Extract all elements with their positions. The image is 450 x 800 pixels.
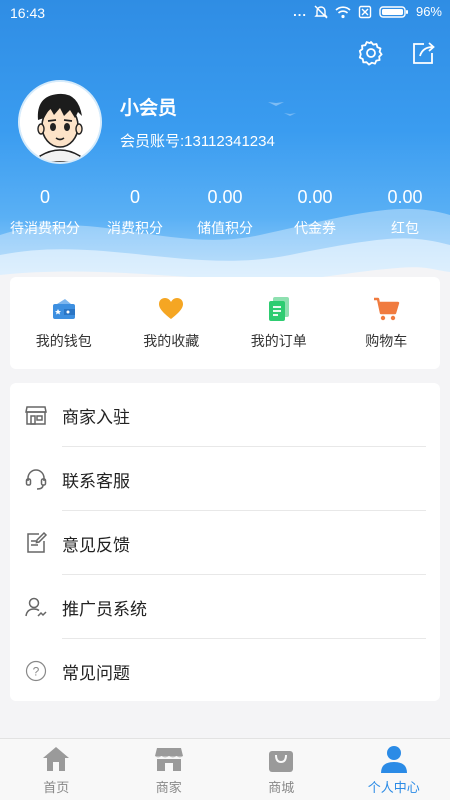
stat-value: 0.00: [207, 187, 243, 207]
heart-icon: [159, 298, 184, 319]
stat-value: 0: [129, 187, 140, 207]
store-icon: [25, 406, 47, 425]
feedback-icon: [27, 531, 48, 553]
bag-icon: [269, 751, 294, 772]
quick-link-label: 购物车: [365, 333, 408, 349]
tab-mall[interactable]: 商城: [225, 739, 338, 800]
quick-link-favorites[interactable]: 我的收藏: [118, 277, 226, 369]
share-icon[interactable]: [410, 40, 436, 66]
stat-voucher[interactable]: 0.00 代金券: [270, 185, 360, 238]
stat-value: 0: [39, 187, 50, 207]
stat-consume-points[interactable]: 0 消费积分: [90, 185, 180, 238]
stat-stored-points[interactable]: 0.00 储值积分: [180, 185, 270, 238]
no-sim-icon: [358, 5, 372, 18]
tab-personal-center[interactable]: 个人中心: [338, 739, 450, 800]
quick-link-label: 我的收藏: [143, 333, 200, 349]
menu-item-promoter-system[interactable]: 推广员系统: [10, 575, 440, 639]
stat-label: 储值积分: [197, 220, 253, 236]
cartoon-boy-avatar-icon: [20, 82, 100, 162]
question-icon: ?: [25, 660, 47, 682]
stat-value: 0.00: [387, 187, 423, 207]
quick-links-card: 我的钱包 我的收藏 我的订单 购物车: [10, 277, 440, 369]
menu-item-faq[interactable]: ? 常见问题: [10, 639, 440, 703]
quick-link-cart[interactable]: 购物车: [333, 277, 441, 369]
menu-item-feedback[interactable]: 意见反馈: [10, 511, 440, 575]
quick-link-orders[interactable]: 我的订单: [225, 277, 333, 369]
menu-item-label: 商家入驻: [62, 407, 130, 427]
stat-red-packet[interactable]: 0.00 红包: [360, 185, 450, 238]
tab-label: 首页: [43, 780, 70, 795]
person-icon: [380, 746, 407, 773]
settings-gear-icon[interactable]: [358, 40, 384, 66]
menu-item-label: 意见反馈: [62, 535, 130, 555]
mute-bell-icon: [314, 5, 328, 18]
shop-icon: [154, 748, 183, 771]
stat-label: 红包: [391, 220, 419, 236]
quick-link-label: 我的钱包: [35, 333, 92, 349]
stat-label: 消费积分: [107, 220, 163, 236]
home-icon: [43, 747, 70, 771]
stat-value: 0.00: [297, 187, 333, 207]
tab-label: 个人中心: [367, 780, 420, 795]
wifi-icon: [335, 5, 351, 18]
avatar[interactable]: [18, 80, 102, 164]
menu-item-label: 推广员系统: [62, 599, 147, 619]
menu-item-merchant-join[interactable]: 商家入驻: [10, 383, 440, 447]
tab-label: 商城: [268, 780, 295, 795]
cart-icon: [374, 297, 400, 321]
svg-text:?: ?: [33, 665, 40, 679]
menu-list: 商家入驻 联系客服 意见反馈 推广员系统 ? 常见问题: [10, 383, 440, 701]
tab-merchants[interactable]: 商家: [113, 739, 226, 800]
wallet-icon: [52, 299, 75, 319]
quick-link-label: 我的订单: [250, 333, 307, 349]
bottom-tab-bar: 首页 商家 商城 个人中心: [0, 738, 450, 800]
battery-percent: 96%: [415, 4, 442, 19]
more-dots: ...: [293, 4, 307, 19]
menu-item-label: 常见问题: [62, 663, 130, 683]
status-bar: 16:43 ... 96%: [0, 0, 450, 26]
account-number: 会员账号:13112341234: [120, 133, 275, 150]
promoter-icon: [25, 597, 47, 617]
menu-item-label: 联系客服: [62, 471, 130, 491]
profile-header: 16:43 ... 96% 小会员 会员账号:13112341234 0 待消费…: [0, 0, 450, 290]
battery-icon: [379, 5, 408, 18]
stat-label: 代金券: [294, 220, 336, 236]
stats-row: 0 待消费积分 0 消费积分 0.00 储值积分 0.00 代金券 0.00 红…: [0, 185, 450, 238]
stat-label: 待消费积分: [10, 220, 80, 236]
quick-link-wallet[interactable]: 我的钱包: [10, 277, 118, 369]
order-icon: [268, 297, 289, 321]
tab-label: 商家: [155, 780, 182, 795]
headset-icon: [25, 469, 47, 490]
menu-item-customer-service[interactable]: 联系客服: [10, 447, 440, 511]
stat-pending-points[interactable]: 0 待消费积分: [0, 185, 90, 238]
status-time: 16:43: [10, 5, 46, 21]
tab-home[interactable]: 首页: [0, 739, 113, 800]
nickname: 小会员: [120, 98, 178, 119]
